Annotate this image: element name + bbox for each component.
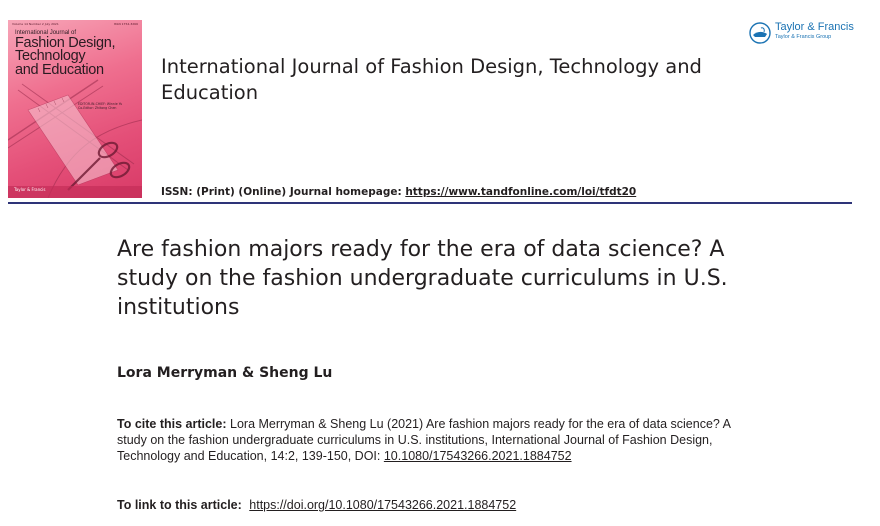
citation-doi-link[interactable]: 10.1080/17543266.2021.1884752 — [384, 449, 572, 463]
cover-title: International Journal of Fashion Design,… — [15, 30, 139, 79]
issn-line: ISSN: (Print) (Online) Journal homepage:… — [161, 186, 636, 198]
lamp-icon — [749, 22, 771, 44]
citation-label: To cite this article: — [117, 417, 227, 431]
issn-text: ISSN: (Print) (Online) Journal homepage: — [161, 186, 402, 198]
article-link-block: To link to this article: https://doi.org… — [117, 497, 757, 513]
article-link-label: To link to this article: — [117, 498, 242, 512]
cover-title-line3: and Education — [15, 62, 104, 79]
journal-cover: Volume 14 Number 2 July 2021 ISSN 1754-3… — [8, 20, 142, 198]
cover-publisher: Taylor & Francis — [14, 187, 46, 192]
publisher-group: Taylor & Francis Group — [775, 34, 832, 40]
publisher-logo[interactable]: Taylor & Francis Taylor & Francis Group — [749, 20, 859, 48]
journal-title: International Journal of Fashion Design,… — [161, 55, 702, 104]
article-authors: Lora Merryman & Sheng Lu — [117, 365, 333, 381]
article-title: Are fashion majors ready for the era of … — [117, 237, 728, 320]
cover-editors: EDITOR-IN-CHIEF: Winnie Yu Co-Editor: Zh… — [78, 102, 138, 111]
journal-homepage-link[interactable]: https://www.tandfonline.com/loi/tfdt20 — [405, 186, 636, 198]
cover-editor-line2: Co-Editor: Zhitong Chen — [78, 106, 117, 111]
publisher-name: Taylor & Francis — [775, 21, 854, 33]
article-doi-url[interactable]: https://doi.org/10.1080/17543266.2021.18… — [249, 498, 516, 512]
cover-header: Volume 14 Number 2 July 2021 ISSN 1754-3… — [8, 20, 142, 29]
citation-block: To cite this article: Lora Merryman & Sh… — [117, 416, 757, 464]
cover-volume: Volume 14 Number 2 July 2021 — [12, 22, 59, 26]
cover-issn: ISSN 1754-3266 — [113, 22, 138, 26]
header-divider — [8, 202, 852, 204]
